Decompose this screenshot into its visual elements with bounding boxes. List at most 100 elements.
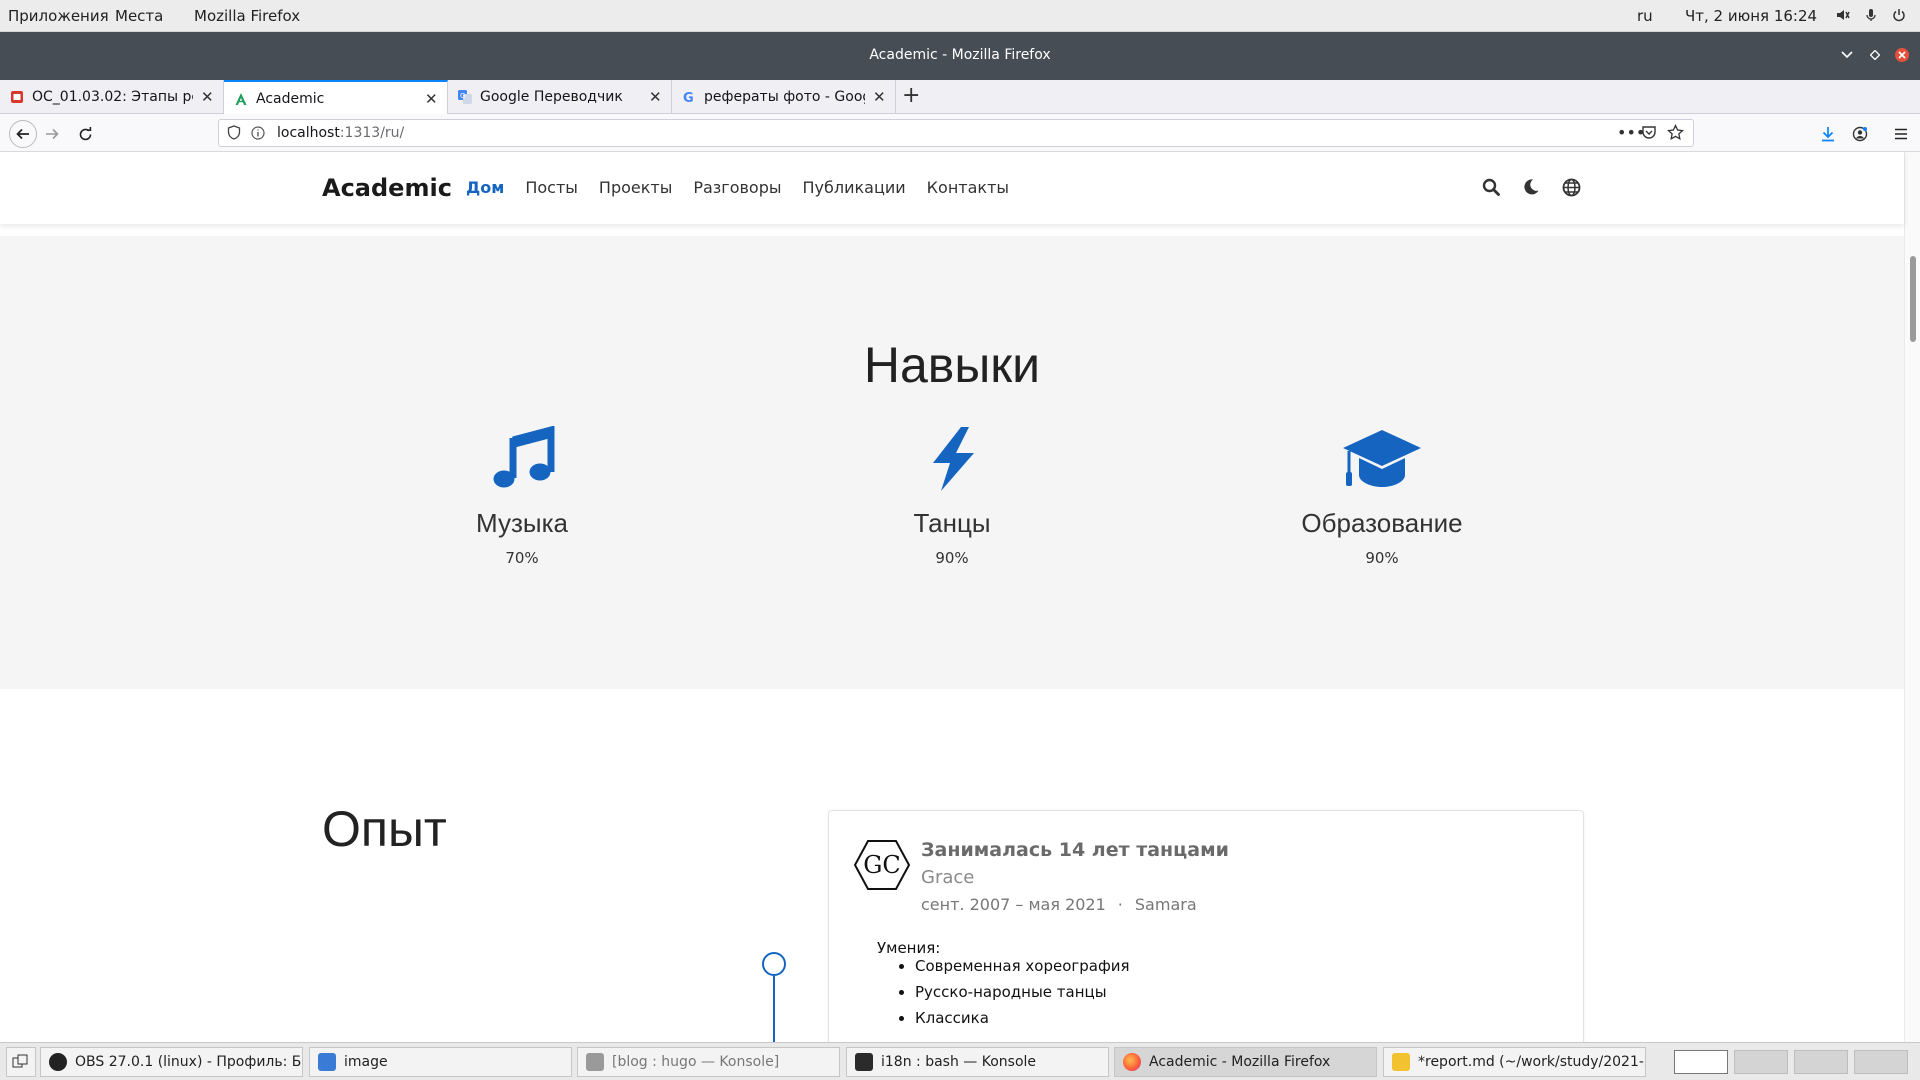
workspace-2[interactable] [1734,1050,1788,1074]
menu-publications[interactable]: Публикации [803,178,906,197]
menu-talks[interactable]: Разговоры [693,178,781,197]
taskbar-item-editor[interactable]: *report.md (~/work/study/2021-2... [1383,1047,1646,1077]
terminal-icon [586,1053,604,1071]
obs-icon [49,1053,67,1071]
firefox-icon [1123,1053,1141,1071]
language-globe-icon[interactable] [1560,176,1582,198]
close-tab-icon[interactable]: ✕ [425,90,438,108]
logo-text: GC [863,851,901,879]
url-path: :1313/ru/ [339,125,405,141]
job-location: Samara [1134,895,1197,914]
skill-percent: 90% [935,549,969,567]
close-tab-icon[interactable]: ✕ [201,88,214,106]
list-item: Современная хореография [915,953,1130,979]
gnome-top-bar: Приложения Места Mozilla Firefox ru Чт, … [0,0,1920,32]
job-meta: сент. 2007 – мая 2021 · Samara [921,895,1197,914]
timeline-line [773,976,775,1042]
svg-text:G: G [683,91,694,104]
places-menu[interactable]: Места [115,7,163,25]
timeline-marker [762,952,786,976]
skill-item: Музыка 70% [372,424,672,567]
list-item: Классика [915,1005,1130,1031]
menu-home[interactable]: Дом [466,178,504,197]
page-viewport: Academic Дом Посты Проекты Разговоры Пуб… [0,152,1920,1042]
taskbar-label: OBS 27.0.1 (linux) - Профиль: Без... [75,1054,302,1070]
skill-percent: 90% [1365,549,1399,567]
taskbar-item-konsole-bash[interactable]: i18n : bash — Konsole [846,1047,1109,1077]
address-bar[interactable]: localhost:1313/ru/ ••• [218,119,1694,147]
taskbar-item-konsole-blog[interactable]: [blog : hugo — Konsole] [577,1047,840,1077]
skill-name: Образование [1301,508,1463,538]
close-window-icon[interactable] [1893,46,1911,64]
minimize-icon[interactable] [1838,46,1856,64]
hamburger-menu-icon[interactable] [1890,123,1912,145]
academic-favicon-icon [234,92,248,106]
workspace-4[interactable] [1854,1050,1908,1074]
job-skills-list: Современная хореография Русско-народные … [893,953,1130,1031]
tab-google-translate[interactable]: G Google Переводчик ✕ [448,80,672,114]
power-icon[interactable] [1892,8,1906,22]
taskbar-label: image [344,1054,388,1070]
clock[interactable]: Чт, 2 июня 16:24 [1685,7,1817,25]
close-tab-icon[interactable]: ✕ [873,88,886,106]
downloads-icon[interactable] [1817,123,1839,145]
dark-mode-moon-icon[interactable] [1520,176,1542,198]
scrollbar-thumb[interactable] [1910,256,1916,342]
graduation-cap-icon [1232,424,1532,494]
taskbar-item-obs[interactable]: OBS 27.0.1 (linux) - Профиль: Без... [40,1047,303,1077]
system-tray[interactable] [1836,8,1906,22]
pdf-favicon-icon [10,90,24,104]
url-text[interactable]: localhost:1313/ru/ [277,125,404,141]
shield-icon[interactable] [227,125,241,144]
menu-posts[interactable]: Посты [525,178,578,197]
tab-label: Google Переводчик [480,89,623,105]
skill-item: Образование 90% [1232,424,1532,567]
window-titlebar: Academic - Mozilla Firefox [0,32,1920,80]
account-icon[interactable] [1849,123,1871,145]
applications-menu[interactable]: Приложения [8,7,109,25]
forward-icon[interactable] [41,123,63,145]
search-icon[interactable] [1480,176,1502,198]
maximize-icon[interactable] [1866,46,1884,64]
skill-name: Танцы [913,508,991,538]
taskbar-label: i18n : bash — Konsole [881,1054,1037,1070]
bookmark-star-icon[interactable] [1667,123,1684,145]
tab-label: Academic [256,90,325,107]
site-nav-icons [1480,176,1582,198]
tab-google-search[interactable]: G рефераты фото - Google П ✕ [672,80,896,114]
keyboard-layout[interactable]: ru [1637,7,1653,25]
taskbar: OBS 27.0.1 (linux) - Профиль: Без... ima… [0,1042,1920,1080]
workspace-3[interactable] [1794,1050,1848,1074]
organization-name: Grace [921,867,975,888]
show-desktop-button[interactable] [6,1047,36,1077]
experience-title: Опыт [322,801,447,857]
workspace-1[interactable] [1674,1050,1728,1074]
pocket-icon[interactable] [1641,125,1657,145]
site-info-icon[interactable] [251,126,265,144]
close-tab-icon[interactable]: ✕ [649,88,662,106]
site-brand[interactable]: Academic [322,174,452,202]
speaker-muted-icon[interactable] [1836,8,1850,22]
taskbar-item-image[interactable]: image [309,1047,572,1077]
tab-academic[interactable]: Academic ✕ [224,80,448,115]
new-tab-icon[interactable]: + [902,83,920,108]
tab-label: ОС_01.03.02: Этапы реал [32,89,193,105]
text-editor-icon [1392,1053,1410,1071]
job-title: Занималась 14 лет танцами [921,839,1229,861]
taskbar-item-firefox[interactable]: Academic - Mozilla Firefox [1114,1047,1377,1077]
active-app-menu[interactable]: Mozilla Firefox [194,7,300,25]
tab-os[interactable]: ОС_01.03.02: Этапы реал ✕ [0,80,224,114]
reload-icon[interactable] [74,123,96,145]
window-title: Academic - Mozilla Firefox [869,47,1051,63]
show-desktop-icon [12,1054,28,1068]
menu-projects[interactable]: Проекты [599,178,672,197]
back-icon[interactable] [9,120,37,148]
skills-section: Навыки Музыка 70% Танцы 90% Образование … [0,236,1904,689]
terminal-icon [855,1053,873,1071]
skill-name: Музыка [476,508,568,538]
skills-title: Навыки [863,337,1041,393]
page-scrollbar[interactable] [1904,152,1920,1042]
menu-contacts[interactable]: Контакты [927,178,1009,197]
taskbar-label: [blog : hugo — Konsole] [612,1054,780,1070]
microphone-icon[interactable] [1864,8,1878,22]
